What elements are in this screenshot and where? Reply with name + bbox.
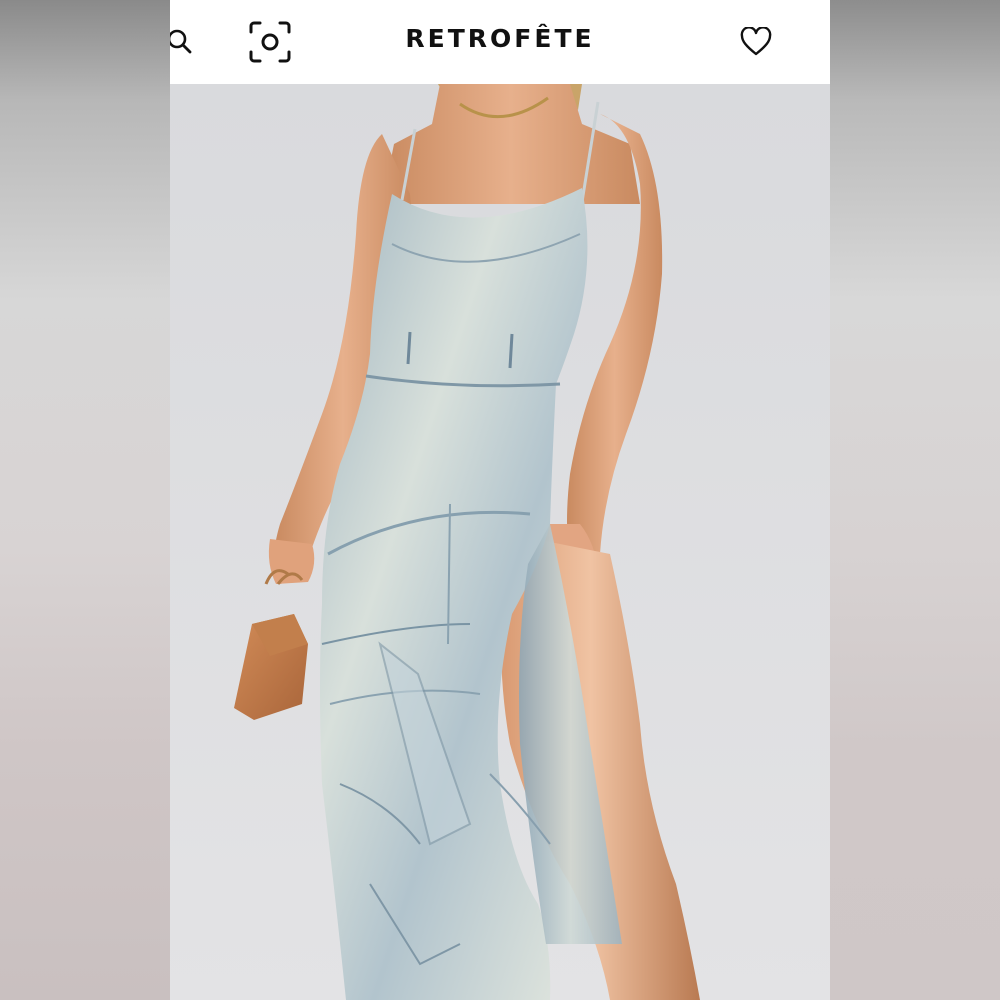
- product-photo[interactable]: [170, 84, 830, 1000]
- bag-icon[interactable]: [818, 18, 830, 66]
- app-screen: RETROFÊTE: [170, 0, 830, 1000]
- heart-icon[interactable]: [732, 18, 780, 66]
- blurred-background-left: [0, 0, 170, 1000]
- top-navigation-bar: RETROFÊTE: [170, 0, 830, 84]
- blurred-background-right: [830, 0, 1000, 1000]
- brand-logo[interactable]: RETROFÊTE: [170, 24, 830, 53]
- screen: RETROFÊTE: [0, 0, 1000, 1000]
